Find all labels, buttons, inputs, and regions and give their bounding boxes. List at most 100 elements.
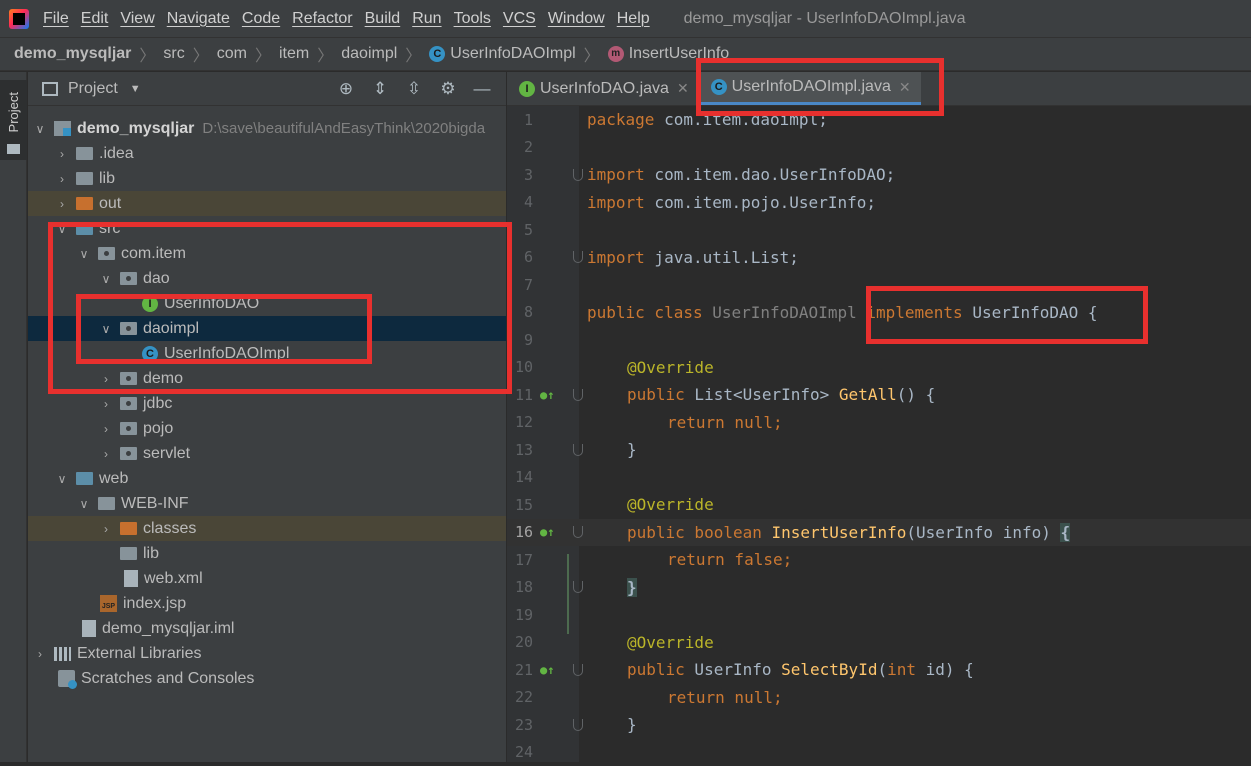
chevron-right-icon: 〉: [139, 42, 155, 66]
tree-item-out[interactable]: › out: [28, 191, 506, 216]
tree-item-classes[interactable]: › classes: [28, 516, 506, 541]
breadcrumb-com[interactable]: com: [217, 45, 247, 63]
close-icon[interactable]: ✕: [677, 80, 689, 97]
breadcrumb-project[interactable]: demo_mysqljar: [14, 45, 131, 63]
menu-build[interactable]: Build: [365, 10, 401, 28]
tree-item-web[interactable]: ∨ web: [28, 466, 506, 491]
line-number: 11: [507, 386, 533, 404]
menu-window[interactable]: Window: [548, 10, 605, 28]
implements-method-icon[interactable]: ●↑: [540, 387, 556, 403]
fold-icon[interactable]: [573, 444, 583, 456]
chevron-down-icon[interactable]: ∨: [98, 322, 114, 336]
chevron-down-icon[interactable]: ∨: [98, 272, 114, 286]
tree-item-label: UserInfoDAOImpl: [164, 345, 289, 363]
chevron-right-icon[interactable]: ›: [98, 447, 114, 461]
line-number: 7: [507, 276, 533, 294]
gear-icon[interactable]: ⚙: [438, 79, 458, 99]
tree-item-indexjsp[interactable]: JSP index.jsp: [28, 591, 506, 616]
tree-item-webxml[interactable]: web.xml: [28, 566, 506, 591]
fold-icon[interactable]: [573, 251, 583, 263]
chevron-right-icon[interactable]: ›: [98, 522, 114, 536]
code-text: }: [627, 578, 637, 597]
fold-icon[interactable]: [573, 581, 583, 593]
menu-vcs[interactable]: VCS: [503, 10, 536, 28]
tree-item-userinfodaoimpl[interactable]: C UserInfoDAOImpl: [28, 341, 506, 366]
fold-icon[interactable]: [573, 169, 583, 181]
fold-icon[interactable]: [573, 664, 583, 676]
tree-item-label: pojo: [143, 420, 173, 438]
menu-tools[interactable]: Tools: [454, 10, 491, 28]
hide-panel-icon[interactable]: —: [472, 79, 492, 99]
tree-item-demo[interactable]: › demo: [28, 366, 506, 391]
dropdown-arrow-icon[interactable]: ▼: [130, 83, 141, 95]
breadcrumb-item[interactable]: item: [279, 45, 309, 63]
code-line: 23 }: [507, 711, 1251, 739]
tab-userinfodao[interactable]: I UserInfoDAO.java ✕: [507, 72, 699, 105]
menu-refactor[interactable]: Refactor: [292, 10, 352, 28]
menu-file[interactable]: File: [43, 10, 69, 28]
tree-item-scratches[interactable]: Scratches and Consoles: [28, 666, 506, 691]
project-view-selector[interactable]: Project: [68, 80, 118, 98]
scratches-icon: [58, 670, 75, 687]
menu-edit[interactable]: Edit: [81, 10, 109, 28]
fold-icon[interactable]: [573, 719, 583, 731]
breadcrumb-daoimpl[interactable]: daoimpl: [341, 45, 397, 63]
menu-code[interactable]: Code: [242, 10, 280, 28]
chevron-right-icon[interactable]: ›: [32, 647, 48, 661]
project-tool-button[interactable]: Project: [0, 80, 27, 160]
tree-item-userinfodao[interactable]: I UserInfoDAO: [28, 291, 506, 316]
tree-item-iml[interactable]: demo_mysqljar.iml: [28, 616, 506, 641]
tab-userinfodaoimpl[interactable]: C UserInfoDAOImpl.java ✕: [699, 72, 921, 105]
tree-item-webinf[interactable]: ∨ WEB-INF: [28, 491, 506, 516]
code-area[interactable]: 1 package com.item.daoimpl; 2 3 import c…: [507, 106, 1251, 762]
fold-icon[interactable]: [573, 526, 583, 538]
implements-method-icon[interactable]: ●↑: [540, 662, 556, 678]
chevron-down-icon[interactable]: ∨: [54, 472, 70, 486]
close-icon[interactable]: ✕: [899, 79, 911, 96]
breadcrumb-src[interactable]: src: [163, 45, 184, 63]
implements-method-icon[interactable]: ●↑: [540, 524, 556, 540]
tree-item-label: Scratches and Consoles: [81, 670, 254, 688]
menu-help[interactable]: Help: [617, 10, 650, 28]
folder-icon: [120, 547, 137, 560]
menu-navigate[interactable]: Navigate: [167, 10, 230, 28]
expand-all-icon[interactable]: ⇕: [370, 79, 390, 99]
chevron-right-icon[interactable]: ›: [98, 372, 114, 386]
tree-item-lib[interactable]: › lib: [28, 166, 506, 191]
chevron-down-icon[interactable]: ∨: [32, 122, 48, 136]
tree-item-com-item[interactable]: ∨ com.item: [28, 241, 506, 266]
collapse-all-icon[interactable]: ⇳: [404, 79, 424, 99]
locate-file-icon[interactable]: ⊕: [336, 79, 356, 99]
tree-item-label: jdbc: [143, 395, 172, 413]
menu-view[interactable]: View: [120, 10, 154, 28]
chevron-down-icon[interactable]: ∨: [76, 497, 92, 511]
chevron-right-icon[interactable]: ›: [54, 197, 70, 211]
tree-item-src[interactable]: ∨ src: [28, 216, 506, 241]
breadcrumb-method[interactable]: mInsertUserInfo: [608, 45, 729, 63]
tree-item-root[interactable]: ∨ demo_mysqljar D:\save\beautifulAndEasy…: [28, 116, 506, 141]
fold-icon[interactable]: [573, 389, 583, 401]
tree-item-idea[interactable]: › .idea: [28, 141, 506, 166]
tree-item-external-libraries[interactable]: › External Libraries: [28, 641, 506, 666]
breadcrumb-class[interactable]: CUserInfoDAOImpl: [429, 45, 575, 63]
code-line: 18 }: [507, 574, 1251, 602]
chevron-right-icon: 〉: [255, 42, 271, 66]
chevron-right-icon[interactable]: ›: [98, 422, 114, 436]
menu-run[interactable]: Run: [412, 10, 441, 28]
chevron-right-icon[interactable]: ›: [54, 147, 70, 161]
code-text: @Override: [627, 495, 714, 514]
tree-item-daoimpl[interactable]: ∨ daoimpl: [28, 316, 506, 341]
tree-item-dao[interactable]: ∨ dao: [28, 266, 506, 291]
code-line: 4 import com.item.pojo.UserInfo;: [507, 189, 1251, 217]
chevron-down-icon[interactable]: ∨: [76, 247, 92, 261]
chevron-down-icon[interactable]: ∨: [54, 222, 70, 236]
tree-item-web-lib[interactable]: lib: [28, 541, 506, 566]
tree-item-jdbc[interactable]: › jdbc: [28, 391, 506, 416]
tab-label: UserInfoDAO.java: [540, 80, 669, 98]
tree-item-pojo[interactable]: › pojo: [28, 416, 506, 441]
chevron-right-icon[interactable]: ›: [98, 397, 114, 411]
tree-item-servlet[interactable]: › servlet: [28, 441, 506, 466]
chevron-right-icon[interactable]: ›: [54, 172, 70, 186]
window-title: demo_mysqljar - UserInfoDAOImpl.java: [684, 10, 966, 28]
package-icon: [120, 272, 137, 285]
